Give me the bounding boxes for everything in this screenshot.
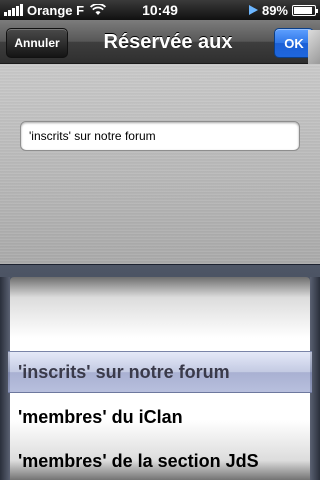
- page-title: Réservée aux: [103, 31, 233, 53]
- cancel-button[interactable]: Annuler: [6, 28, 68, 58]
- status-bar: Orange F 10:49 89%: [0, 0, 320, 20]
- location-arrow-icon: [248, 5, 258, 15]
- brushed-metal-background: 'inscrits' sur notre forum: [0, 64, 320, 264]
- picker-selected-option[interactable]: 'inscrits' sur notre forum: [8, 351, 312, 393]
- picker-option[interactable]: 'membres' de la section JdS: [10, 439, 310, 480]
- selection-text-field[interactable]: 'inscrits' sur notre forum: [20, 121, 300, 151]
- picker-option[interactable]: [10, 277, 310, 321]
- page-curl-corner: [308, 30, 320, 64]
- navigation-bar: Annuler Réservée aux OK: [0, 20, 320, 64]
- battery-icon: [292, 4, 318, 16]
- battery-percent: 89%: [261, 2, 288, 18]
- picker-option[interactable]: 'membres' du iClan: [10, 395, 310, 439]
- battery-fill: [294, 6, 312, 14]
